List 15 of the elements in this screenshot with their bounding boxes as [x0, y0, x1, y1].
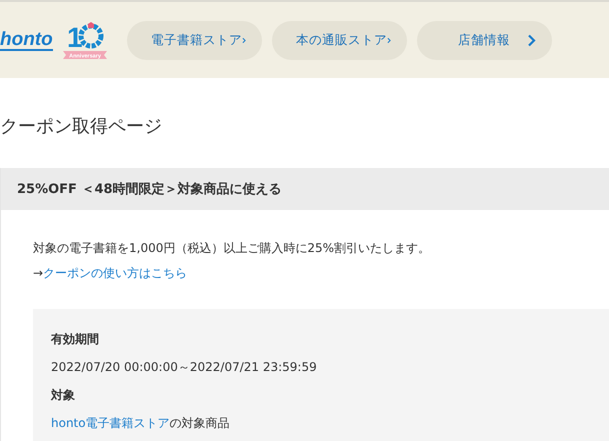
detail-value: 2022/07/20 00:00:00～2022/07/21 23:59:59	[51, 360, 317, 374]
nav-button[interactable]: 本の通販ストア	[272, 20, 407, 60]
nav-button[interactable]: 店舗情報	[416, 20, 552, 60]
arrow-text: →	[33, 266, 44, 280]
logo[interactable]: honto	[0, 30, 53, 50]
howto-link[interactable]: クーポンの使い方はこちら	[43, 266, 188, 280]
coupon-title: 25%OFF ＜48時間限定＞対象商品に使える	[1, 168, 609, 210]
detail-label: 有効期間	[51, 331, 100, 348]
detail-value: の対象商品	[170, 416, 230, 430]
nav-button[interactable]: 電子書籍ストア	[126, 20, 262, 60]
page-title: クーポン取得ページ	[0, 115, 163, 138]
coupon-description: 対象の電子書籍を1,000円（税込）以上ご購入時に25%割引いたします。	[33, 240, 432, 257]
chevron-right-icon	[526, 34, 536, 46]
store-link[interactable]: honto電子書籍ストア	[51, 416, 170, 430]
detail-label: 対象	[51, 387, 76, 404]
